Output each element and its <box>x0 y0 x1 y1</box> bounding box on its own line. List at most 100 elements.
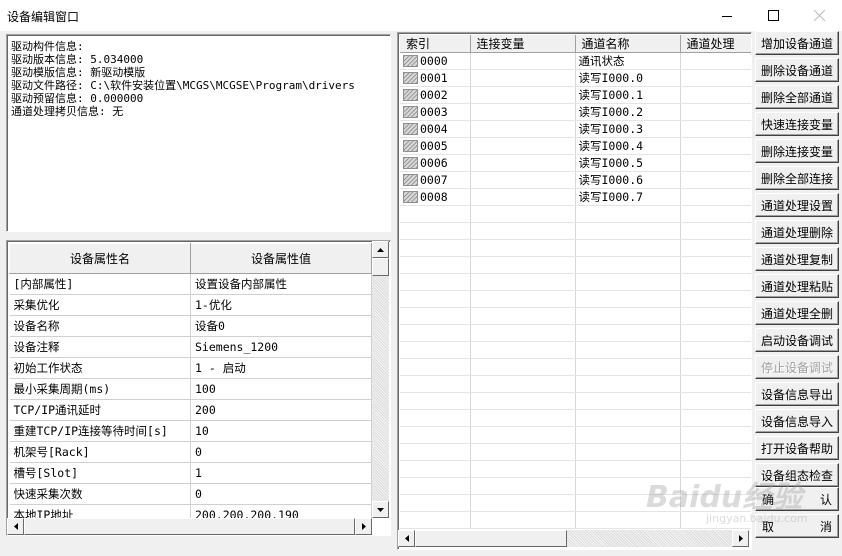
property-row[interactable]: [内部属性] 设置设备内部属性 <box>9 273 372 295</box>
property-name-header[interactable]: 设备属性名 <box>9 243 191 274</box>
property-row[interactable]: 最小采集周期(ms) 100 <box>9 378 372 400</box>
channel-processing-cell <box>680 103 751 121</box>
property-value-cell[interactable]: 1-优化 <box>190 294 372 316</box>
channel-processing-copy-button[interactable]: 通道处理复制 <box>755 247 839 271</box>
channel-processing-cell <box>680 52 751 70</box>
property-value-cell[interactable]: 1 - 启动 <box>190 357 372 379</box>
connected-variable-cell <box>470 188 576 206</box>
scroll-down-button[interactable] <box>372 501 389 518</box>
scroll-right-button[interactable] <box>732 530 749 547</box>
device-config-check-button[interactable]: 设备组态检查 <box>755 463 839 487</box>
empty-row <box>400 290 751 308</box>
delete-connected-variable-button[interactable]: 删除连接变量 <box>755 139 839 163</box>
property-row[interactable]: TCP/IP通讯延时 200 <box>9 399 372 421</box>
hscroll-thumb[interactable] <box>415 530 567 547</box>
driver-info-line: 驱动版本信息: 5.034000 <box>11 53 144 66</box>
property-value-cell[interactable]: 0 <box>190 441 372 463</box>
channel-processing-cell <box>680 171 751 189</box>
property-name-cell: 快速采集次数 <box>9 483 191 505</box>
property-row[interactable]: 槽号[Slot] 1 <box>9 462 372 484</box>
property-value-cell[interactable]: Siemens_1200 <box>190 336 372 358</box>
start-device-debug-button[interactable]: 启动设备调试 <box>755 328 839 352</box>
empty-row <box>400 392 751 410</box>
properties-hscrollbar[interactable] <box>7 518 372 535</box>
quick-connect-variable-button[interactable]: 快速连接变量 <box>755 112 839 136</box>
property-row[interactable]: 设备注释 Siemens_1200 <box>9 336 372 358</box>
delete-channel-button[interactable]: 删除设备通道 <box>755 58 839 82</box>
channel-processing-paste-button[interactable]: 通道处理粘贴 <box>755 274 839 298</box>
property-value-cell[interactable]: 设置设备内部属性 <box>190 273 372 295</box>
channel-row[interactable]: 0001 读写I000.0 <box>400 69 751 87</box>
empty-row <box>400 273 751 291</box>
channel-name-cell: 读写I000.4 <box>575 137 681 155</box>
property-row[interactable]: 机架号[Rack] 0 <box>9 441 372 463</box>
minimize-button[interactable] <box>704 0 750 31</box>
confirm-button[interactable]: 确认 <box>755 487 839 511</box>
device-properties-grid[interactable]: 设备属性名 设备属性值 [内部属性] 设置设备内部属性 采集优化 1-优化 设备名称 设备… <box>6 240 391 536</box>
scroll-right-button[interactable] <box>355 518 372 535</box>
property-value-cell[interactable]: 0 <box>190 483 372 505</box>
channel-index: 0000 <box>420 54 448 68</box>
empty-row <box>400 409 751 427</box>
channel-index-cell: 0001 <box>400 69 471 87</box>
maximize-button[interactable] <box>750 0 796 31</box>
property-row[interactable]: 采集优化 1-优化 <box>9 294 372 316</box>
channel-row[interactable]: 0003 读写I000.2 <box>400 103 751 121</box>
open-device-help-button[interactable]: 打开设备帮助 <box>755 436 839 460</box>
channel-index-cell: 0006 <box>400 154 471 172</box>
connected-variable-header[interactable]: 连接变量 <box>470 35 576 53</box>
property-row[interactable]: 设备名称 设备0 <box>9 315 372 337</box>
channel-row[interactable]: 0004 读写I000.3 <box>400 120 751 138</box>
export-device-info-button[interactable]: 设备信息导出 <box>755 382 839 406</box>
empty-row <box>400 239 751 257</box>
channel-index: 0002 <box>420 88 448 102</box>
title-bar: 设备编辑窗口 <box>0 0 842 31</box>
property-value-cell[interactable]: 设备0 <box>190 315 372 337</box>
property-value-cell[interactable]: 1 <box>190 462 372 484</box>
channel-row[interactable]: 0007 读写I000.6 <box>400 171 751 189</box>
driver-info-line: 驱动文件路径: C:\软件安装位置\MCGS\MCGSE\Program\dri… <box>11 79 355 92</box>
arrow-left-icon <box>13 523 18 530</box>
channel-processing-settings-button[interactable]: 通道处理设置 <box>755 193 839 217</box>
import-device-info-button[interactable]: 设备信息导入 <box>755 409 839 433</box>
channel-name-header[interactable]: 通道名称 <box>575 35 681 53</box>
window-title: 设备编辑窗口 <box>7 10 80 24</box>
property-row[interactable]: 快速采集次数 0 <box>9 483 372 505</box>
arrow-left-icon <box>404 535 409 542</box>
property-name-cell: 最小采集周期(ms) <box>9 378 191 400</box>
property-name-cell: 设备名称 <box>9 315 191 337</box>
channel-processing-cell <box>680 120 751 138</box>
property-row[interactable]: 重建TCP/IP连接等待时间[s] 10 <box>9 420 372 442</box>
delete-all-connections-button[interactable]: 删除全部连接 <box>755 166 839 190</box>
property-value-cell[interactable]: 200 <box>190 399 372 421</box>
add-channel-button[interactable]: 增加设备通道 <box>755 31 839 55</box>
scroll-up-button[interactable] <box>372 241 389 258</box>
channel-row[interactable]: 0008 读写I000.7 <box>400 188 751 206</box>
index-header[interactable]: 索引 <box>400 35 471 53</box>
channel-processing-delete-button[interactable]: 通道处理删除 <box>755 220 839 244</box>
scroll-left-button[interactable] <box>398 530 415 547</box>
channel-row[interactable]: 0005 读写I000.4 <box>400 137 751 155</box>
property-value-cell[interactable]: 100 <box>190 378 372 400</box>
channel-row[interactable]: 0002 读写I000.1 <box>400 86 751 104</box>
property-row[interactable]: 初始工作状态 1 - 启动 <box>9 357 372 379</box>
channel-list[interactable]: 索引 连接变量 通道名称 通道处理 0000 通讯状态 0001 读写I000.0 00… <box>397 32 752 550</box>
channel-processing-cell <box>680 137 751 155</box>
channel-processing-header[interactable]: 通道处理 <box>680 35 751 53</box>
property-value-header[interactable]: 设备属性值 <box>190 243 372 274</box>
cancel-button[interactable]: 取消 <box>755 514 839 538</box>
close-button[interactable] <box>796 0 842 31</box>
channel-hscrollbar[interactable] <box>398 530 749 547</box>
hscroll-thumb[interactable] <box>24 518 355 535</box>
delete-all-channels-button[interactable]: 删除全部通道 <box>755 85 839 109</box>
channel-processing-delete-all-button[interactable]: 通道处理全删 <box>755 301 839 325</box>
property-value-cell[interactable]: 10 <box>190 420 372 442</box>
scroll-left-button[interactable] <box>7 518 24 535</box>
properties-vscrollbar[interactable] <box>372 241 389 518</box>
channel-row-icon <box>403 123 418 135</box>
scroll-thumb[interactable] <box>372 258 389 276</box>
channel-row[interactable]: 0006 读写I000.5 <box>400 154 751 172</box>
stop-device-debug-button: 停止设备调试 <box>755 355 839 379</box>
channel-row[interactable]: 0000 通讯状态 <box>400 52 751 70</box>
connected-variable-cell <box>470 69 576 87</box>
